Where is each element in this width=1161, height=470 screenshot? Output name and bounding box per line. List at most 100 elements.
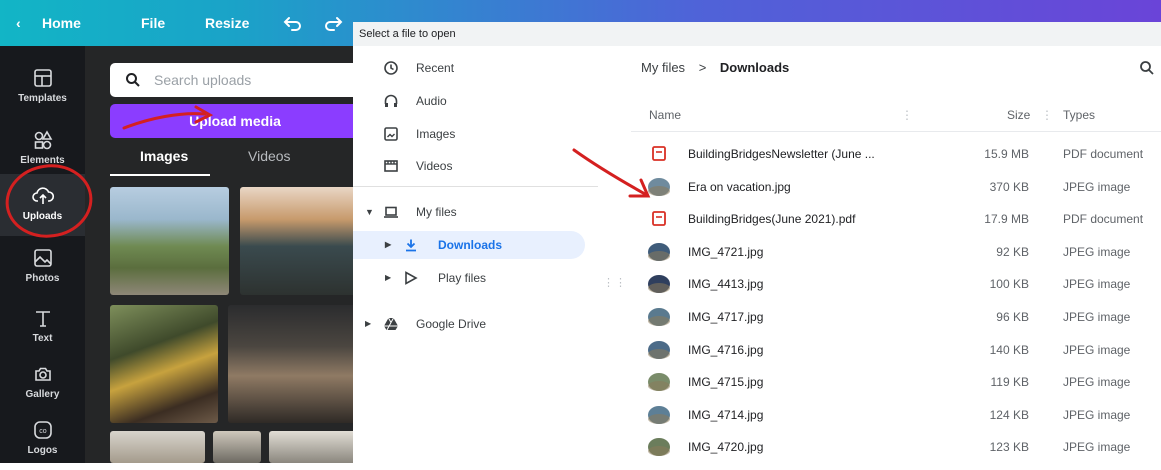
file-row[interactable]: IMG_4720.jpg 123 KB JPEG image xyxy=(631,431,1161,463)
rail-item-gallery[interactable]: Gallery xyxy=(0,352,85,414)
upload-thumbnail[interactable] xyxy=(269,431,360,463)
search-icon[interactable] xyxy=(1139,60,1155,76)
rail-item-logos[interactable]: co Logos xyxy=(0,408,85,470)
column-resize-handle[interactable]: ⋮ xyxy=(1041,108,1053,122)
file-row[interactable]: BuildingBridgesNewsletter (June ... 15.9 … xyxy=(631,138,1161,170)
svg-text:co: co xyxy=(39,428,47,435)
column-name[interactable]: Name xyxy=(649,108,681,122)
column-size[interactable]: Size xyxy=(1007,108,1030,122)
search-input[interactable]: Search uploads xyxy=(154,72,251,88)
rail-label: Gallery xyxy=(25,389,60,400)
side-rail: Templates Elements Uploads Photos Text G… xyxy=(0,46,85,463)
image-thumbnail-icon xyxy=(648,438,670,457)
nav-item-images[interactable]: Images xyxy=(353,120,585,148)
nav-item-audio[interactable]: Audio xyxy=(353,87,585,115)
resize-button[interactable]: Resize xyxy=(205,0,249,46)
column-resize-handle[interactable]: ⋮ xyxy=(901,108,913,122)
file-type: JPEG image xyxy=(1063,179,1131,194)
image-thumbnail-icon xyxy=(648,405,670,424)
nav-item-my-files[interactable]: ▼ My files xyxy=(353,198,585,226)
file-name: IMG_4721.jpg xyxy=(688,244,764,259)
file-row[interactable]: IMG_4717.jpg 96 KB JPEG image xyxy=(631,301,1161,333)
rail-item-elements[interactable]: Elements xyxy=(0,118,85,180)
rail-label: Uploads xyxy=(22,211,63,222)
rail-label: Logos xyxy=(27,445,58,456)
column-types[interactable]: Types xyxy=(1063,108,1095,122)
tab-images[interactable]: Images xyxy=(140,148,188,164)
upload-thumbnail[interactable] xyxy=(110,431,205,463)
upload-media-button[interactable]: Upload media xyxy=(110,104,360,138)
image-thumbnail-icon xyxy=(648,308,670,326)
file-size: 92 KB xyxy=(996,244,1029,259)
file-type: JPEG image xyxy=(1063,277,1131,292)
nav-item-play-files[interactable]: ▶ Play files xyxy=(353,264,585,292)
file-type: JPEG image xyxy=(1063,244,1131,259)
clock-icon xyxy=(384,61,398,75)
upload-thumbnail[interactable] xyxy=(240,187,360,295)
nav-item-downloads[interactable]: ▶ Downloads xyxy=(353,231,585,259)
download-icon xyxy=(406,239,416,252)
tab-videos[interactable]: Videos xyxy=(248,148,291,164)
photos-icon xyxy=(33,249,52,267)
file-type: JPEG image xyxy=(1063,407,1131,422)
nav-item-google-drive[interactable]: ▶ Google Drive xyxy=(353,310,585,338)
file-menu[interactable]: File xyxy=(141,0,165,46)
rail-item-templates[interactable]: Templates xyxy=(0,56,85,118)
file-size: 17.9 MB xyxy=(984,212,1029,227)
file-size: 124 KB xyxy=(989,407,1029,422)
file-size: 123 KB xyxy=(989,440,1029,455)
rail-item-uploads[interactable]: Uploads xyxy=(0,174,85,236)
file-size: 140 KB xyxy=(989,342,1029,357)
caret-down-icon[interactable]: ▼ xyxy=(365,198,374,226)
tab-underline xyxy=(110,174,210,176)
elements-icon xyxy=(34,130,52,150)
file-name: IMG_4720.jpg xyxy=(688,440,764,455)
caret-right-icon[interactable]: ▶ xyxy=(365,310,371,338)
file-row[interactable]: BuildingBridges(June 2021).pdf 17.9 MB PDF… xyxy=(631,203,1161,235)
home-button[interactable]: ‹ Home xyxy=(16,0,81,46)
search-icon xyxy=(126,73,140,87)
rail-item-text[interactable]: Text xyxy=(0,296,85,358)
nav-item-videos[interactable]: Videos xyxy=(353,152,585,180)
breadcrumb-current[interactable]: Downloads xyxy=(720,60,789,75)
uploads-icon xyxy=(31,187,54,204)
laptop-icon xyxy=(384,206,398,218)
breadcrumb-root[interactable]: My files xyxy=(641,60,685,75)
rail-item-photos[interactable]: Photos xyxy=(0,236,85,298)
pane-resize-handle[interactable]: ⋮⋮ xyxy=(603,276,627,289)
nav-item-recent[interactable]: Recent xyxy=(353,54,585,82)
file-type: JPEG image xyxy=(1063,342,1131,357)
file-type: PDF document xyxy=(1063,212,1144,227)
file-row[interactable]: IMG_4714.jpg 124 KB JPEG image xyxy=(631,399,1161,431)
file-name: BuildingBridgesNewsletter (June ... xyxy=(688,147,875,161)
pdf-icon xyxy=(648,210,670,228)
redo-icon[interactable] xyxy=(322,12,344,34)
uploads-panel: Search uploads Upload media Images Video… xyxy=(85,46,360,463)
file-name: IMG_4716.jpg xyxy=(688,342,764,357)
caret-right-icon[interactable]: ▶ xyxy=(385,264,391,292)
rail-label: Text xyxy=(32,333,53,344)
file-type: PDF document xyxy=(1063,147,1144,161)
file-size: 370 KB xyxy=(989,179,1029,194)
image-icon xyxy=(384,127,398,141)
upload-thumbnail[interactable] xyxy=(110,187,229,295)
file-row[interactable]: Era on vacation.jpg 370 KB JPEG image xyxy=(631,171,1161,203)
search-box[interactable]: Search uploads xyxy=(110,63,360,97)
nav-divider xyxy=(353,186,598,187)
file-row[interactable]: IMG_4721.jpg 92 KB JPEG image xyxy=(631,236,1161,268)
upload-thumbnail[interactable] xyxy=(228,305,360,423)
upload-thumbnail[interactable] xyxy=(110,305,218,423)
caret-right-icon[interactable]: ▶ xyxy=(385,231,391,259)
file-name: IMG_4413.jpg xyxy=(688,277,764,292)
file-row[interactable]: IMG_4715.jpg 119 KB JPEG image xyxy=(631,366,1161,398)
file-row[interactable]: IMG_4716.jpg 140 KB JPEG image xyxy=(631,334,1161,366)
image-thumbnail-icon xyxy=(648,177,670,196)
file-size: 100 KB xyxy=(989,277,1029,292)
undo-icon[interactable] xyxy=(282,12,304,34)
upload-thumbnail[interactable] xyxy=(213,431,261,463)
file-row[interactable]: IMG_4413.jpg 100 KB JPEG image xyxy=(631,268,1161,300)
gallery-icon xyxy=(34,367,51,381)
breadcrumb-separator: > xyxy=(698,60,707,75)
file-name: Era on vacation.jpg xyxy=(688,179,791,194)
file-type: JPEG image xyxy=(1063,310,1131,324)
